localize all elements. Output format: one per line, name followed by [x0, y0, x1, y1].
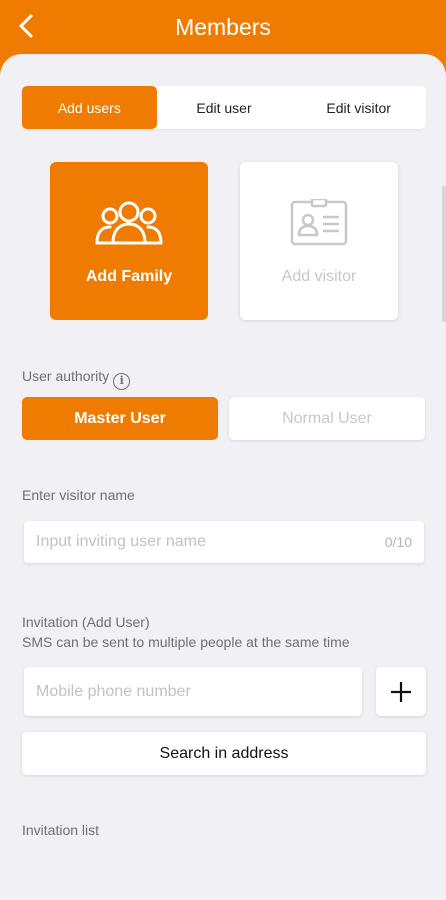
add-phone-button[interactable]: [376, 667, 426, 716]
invitation-label: Invitation (Add User): [22, 614, 150, 630]
char-counter: 0/10: [384, 534, 412, 550]
group-icon: [93, 198, 165, 248]
add-family-label: Add Family: [85, 268, 173, 285]
tab-bar: Add users Edit user Edit visitor: [22, 86, 426, 129]
id-card-icon: [290, 198, 348, 248]
invitation-hint: SMS can be sent to multiple people at th…: [22, 634, 350, 650]
search-in-address-button[interactable]: Search in address: [22, 732, 426, 775]
tab-edit-visitor[interactable]: Edit visitor: [291, 86, 426, 129]
info-icon[interactable]: i: [113, 373, 131, 390]
add-family-card[interactable]: Add Family: [50, 162, 208, 320]
phone-field[interactable]: [24, 667, 362, 716]
user-authority-label: User authority i: [22, 366, 131, 390]
visitor-name-input[interactable]: [36, 533, 385, 551]
scroll-indicator[interactable]: [442, 186, 446, 322]
invitation-list-label: Invitation list: [22, 822, 100, 838]
visitor-name-field[interactable]: 0/10: [24, 521, 424, 563]
plus-icon: [391, 681, 411, 702]
tab-edit-user[interactable]: Edit user: [157, 86, 292, 129]
master-user-button[interactable]: Master User: [22, 397, 218, 440]
add-visitor-label: Add visitor: [281, 268, 357, 285]
normal-user-button[interactable]: Normal User: [229, 397, 425, 440]
user-authority-text: User authority: [22, 368, 110, 384]
phone-input[interactable]: [36, 682, 350, 701]
visitor-name-label: Enter visitor name: [22, 487, 135, 503]
add-visitor-card[interactable]: Add visitor: [240, 162, 398, 320]
page-title: Members: [175, 14, 271, 40]
tab-add-users[interactable]: Add users: [22, 86, 157, 129]
